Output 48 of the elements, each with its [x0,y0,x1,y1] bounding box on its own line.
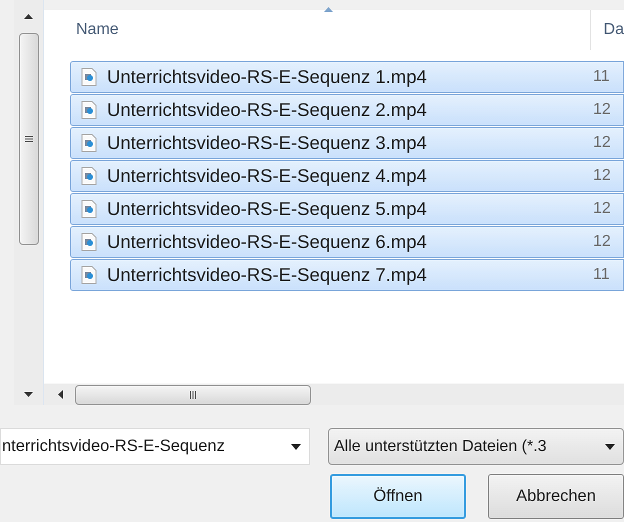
vertical-scrollbar[interactable] [14,0,44,405]
video-file-icon [81,101,97,119]
video-file-icon [81,233,97,251]
horizontal-scrollbar[interactable] [44,383,624,405]
file-type-dropdown[interactable]: Alle unterstützten Dateien (*.3 [328,428,624,465]
file-row[interactable]: Unterrichtsvideo-RS-E-Sequenz 4.mp4 12 [70,160,624,192]
video-file-icon [81,167,97,185]
file-type-value: Alle unterstützten Dateien (*.3 [334,436,547,456]
video-file-icon [81,266,97,284]
file-name: Unterrichtsvideo-RS-E-Sequenz 2.mp4 [107,98,427,122]
file-name: Unterrichtsvideo-RS-E-Sequenz 1.mp4 [107,65,427,90]
file-date: 12 [593,232,611,252]
file-date: 12 [593,133,611,153]
file-row[interactable]: Unterrichtsvideo-RS-E-Sequenz 5.mp4 12 [70,193,624,225]
file-name: Unterrichtsvideo-RS-E-Sequenz 3.mp4 [107,131,427,156]
file-row[interactable]: Unterrichtsvideo-RS-E-Sequenz 3.mp4 12 [70,127,624,159]
grip-icon [24,136,32,142]
file-name: Unterrichtsvideo-RS-E-Sequenz 6.mp4 [107,230,427,254]
open-button[interactable]: Öffnen [330,474,466,519]
file-name: Unterrichtsvideo-RS-E-Sequenz 7.mp4 [107,263,427,288]
grip-icon [190,390,196,398]
file-row[interactable]: Unterrichtsvideo-RS-E-Sequenz 7.mp4 11 [70,259,624,291]
column-header[interactable]: Da [590,18,624,42]
scroll-left-icon[interactable] [58,390,63,399]
dropdown-caret-icon [291,444,301,450]
sort-ascending-icon [324,7,333,12]
file-name: Unterrichtsvideo-RS-E-Sequenz 5.mp4 [107,197,427,222]
scrollbar-thumb[interactable] [75,384,311,404]
file-row[interactable]: Unterrichtsvideo-RS-E-Sequenz 1.mp4 11 [70,61,624,93]
cancel-button[interactable]: Abbrechen [488,474,624,519]
file-row[interactable]: Unterrichtsvideo-RS-E-Sequenz 2.mp4 12 [70,94,624,126]
scroll-up-icon[interactable] [24,14,33,19]
scrollbar-thumb[interactable] [18,33,38,245]
file-row[interactable]: Unterrichtsvideo-RS-E-Sequenz 6.mp4 12 [70,226,624,258]
file-date: 12 [593,100,611,120]
video-file-icon [81,200,97,218]
video-file-icon [81,134,97,152]
dropdown-caret-icon [605,444,615,450]
file-name-value: nterrichtsvideo-RS-E-Sequenz [1,436,225,458]
file-date: 12 [593,199,611,219]
scroll-down-icon[interactable] [24,392,33,397]
video-file-icon [81,68,97,86]
column-header[interactable]: Name [44,10,591,50]
file-name: Unterrichtsvideo-RS-E-Sequenz 4.mp4 [107,164,427,188]
file-date: 11 [593,265,610,285]
file-date: 12 [593,166,611,186]
file-name-field[interactable]: nterrichtsvideo-RS-E-Sequenz [0,428,310,465]
file-date: 11 [593,67,610,87]
